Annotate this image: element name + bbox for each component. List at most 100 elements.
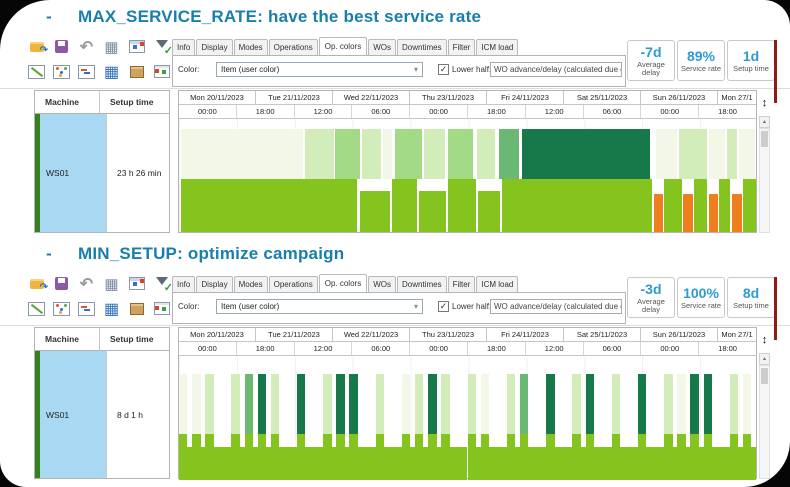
scroll-up-button[interactable]: ▲: [759, 116, 770, 128]
tab-icm-load[interactable]: ICM load: [476, 276, 518, 292]
gantt-bar: [305, 129, 334, 179]
time-cell: 12:00: [526, 342, 584, 355]
filter-icon[interactable]: [151, 37, 172, 56]
open-icon[interactable]: [26, 274, 47, 293]
gantt-bar: [181, 179, 358, 232]
report-icon[interactable]: [126, 37, 147, 56]
calendar-icon[interactable]: [151, 62, 172, 81]
gantt-bar: [683, 194, 692, 232]
date-cell: Sat 25/11/2023: [564, 328, 641, 341]
gantt-area: Machine Setup time WS01 8 d 1 h Mon 20/1…: [34, 327, 771, 479]
op-colors-panel: Color: Item (user color) ▾ ✓ Lower half:…: [172, 292, 626, 324]
gantt-bar: [730, 374, 738, 434]
tab-modes[interactable]: Modes: [234, 39, 268, 55]
scrollbar-track[interactable]: [759, 365, 770, 479]
vertical-scrollbar: ↕ ▲: [758, 327, 771, 479]
scroll-up-button[interactable]: ▲: [759, 353, 770, 365]
tasks-icon[interactable]: [76, 62, 97, 81]
timeline-times-row[interactable]: 00:0018:0012:0006:0000:0018:0012:0006:00…: [179, 342, 756, 356]
tab-icm-load[interactable]: ICM load: [476, 39, 518, 55]
gantt-bar: [231, 434, 239, 480]
tab-wos[interactable]: WOs: [368, 276, 396, 292]
lower-half-checkbox[interactable]: ✓: [438, 301, 449, 312]
calendar-icon[interactable]: [151, 299, 172, 318]
undo-icon[interactable]: [76, 37, 97, 56]
tab-display[interactable]: Display: [196, 276, 232, 292]
machine-row[interactable]: WS01 8 d 1 h: [35, 351, 169, 478]
tab-wos[interactable]: WOs: [368, 39, 396, 55]
grid-icon[interactable]: [101, 299, 122, 318]
tab-display[interactable]: Display: [196, 39, 232, 55]
timeline-times-row[interactable]: 00:0018:0012:0006:0000:0018:0012:0006:00…: [179, 105, 756, 119]
tab-operations[interactable]: Operations: [269, 276, 318, 292]
save-icon[interactable]: [51, 274, 72, 293]
grid-icon[interactable]: [101, 62, 122, 81]
gantt-bar: [751, 447, 756, 480]
tab-downtimes[interactable]: Downtimes: [397, 276, 447, 292]
gantt-chart[interactable]: [179, 356, 756, 478]
color-select[interactable]: Item (user color) ▾: [216, 299, 423, 314]
time-cell: 06:00: [352, 105, 410, 118]
lower-half-field[interactable]: WO advance/delay (calculated due da: [490, 62, 622, 77]
tab-downtimes[interactable]: Downtimes: [397, 39, 447, 55]
grid-timeline-gap: [170, 327, 178, 479]
gantt-bar: [448, 129, 473, 179]
gantt-bar: [360, 191, 391, 232]
gantt-link-icon[interactable]: [26, 299, 47, 318]
time-cell: 18:00: [699, 105, 756, 118]
gantt-bar: [599, 447, 607, 480]
lower-half-checkbox[interactable]: ✓: [438, 64, 449, 75]
scatter-icon[interactable]: [51, 299, 72, 318]
stat-value: -7d: [641, 44, 662, 60]
scrollbar-track[interactable]: [759, 128, 770, 233]
timeline-dates-row[interactable]: Mon 20/11/2023Tue 21/11/2023Wed 22/11/20…: [179, 91, 756, 105]
gantt-bar: [402, 374, 410, 434]
toolbar: InfoDisplayModesOperationsOp. colorsWOsD…: [0, 273, 790, 326]
timeline-dates-row[interactable]: Mon 20/11/2023Tue 21/11/2023Wed 22/11/20…: [179, 328, 756, 342]
time-cell: 12:00: [295, 105, 353, 118]
scatter-icon[interactable]: [51, 62, 72, 81]
package-icon[interactable]: [126, 299, 147, 318]
gantt-bar: [546, 374, 554, 434]
date-cell: Tue 21/11/2023: [256, 91, 333, 104]
package-icon[interactable]: [126, 62, 147, 81]
stat-value: 100%: [683, 285, 719, 301]
filter-icon[interactable]: [151, 274, 172, 293]
gantt-bar: [310, 447, 318, 480]
gantt-link-icon[interactable]: [26, 62, 47, 81]
report-icon[interactable]: [126, 274, 147, 293]
gantt-bar: [245, 434, 253, 480]
gantt-bar: [651, 447, 659, 480]
tab-info[interactable]: Info: [172, 39, 195, 55]
gantt-bar: [730, 434, 738, 480]
undo-icon[interactable]: [76, 274, 97, 293]
tab-op-colors[interactable]: Op. colors: [319, 274, 367, 292]
gantt-bar: [719, 179, 730, 232]
machine-row[interactable]: WS01 23 h 26 min: [35, 114, 169, 232]
tab-op-colors[interactable]: Op. colors: [319, 37, 367, 55]
stat-average-delay: -3dAverage delay: [627, 277, 675, 318]
open-icon[interactable]: [26, 37, 47, 56]
tab-filter[interactable]: Filter: [448, 276, 476, 292]
time-cell: 06:00: [584, 342, 642, 355]
tab-info[interactable]: Info: [172, 276, 195, 292]
tab-filter[interactable]: Filter: [448, 39, 476, 55]
tab-operations[interactable]: Operations: [269, 39, 318, 55]
calculator-icon[interactable]: [101, 274, 122, 293]
date-cell: Mon 20/11/2023: [179, 328, 256, 341]
color-select[interactable]: Item (user color) ▾: [216, 62, 423, 77]
scrollbar-thumb[interactable]: [761, 131, 768, 147]
heading-bullet: -: [46, 7, 78, 27]
gantt-bar: [612, 374, 620, 434]
time-cell: 12:00: [295, 342, 353, 355]
tasks-icon[interactable]: [76, 299, 97, 318]
scrollbar-thumb[interactable]: [761, 368, 768, 384]
tab-modes[interactable]: Modes: [234, 276, 268, 292]
gantt-chart[interactable]: [179, 119, 756, 232]
gantt-bar: [586, 434, 594, 480]
calculator-icon[interactable]: [101, 37, 122, 56]
splitter-icon[interactable]: ↕: [762, 327, 768, 353]
splitter-icon[interactable]: ↕: [762, 90, 768, 116]
lower-half-field[interactable]: WO advance/delay (calculated due da: [490, 299, 622, 314]
save-icon[interactable]: [51, 37, 72, 56]
